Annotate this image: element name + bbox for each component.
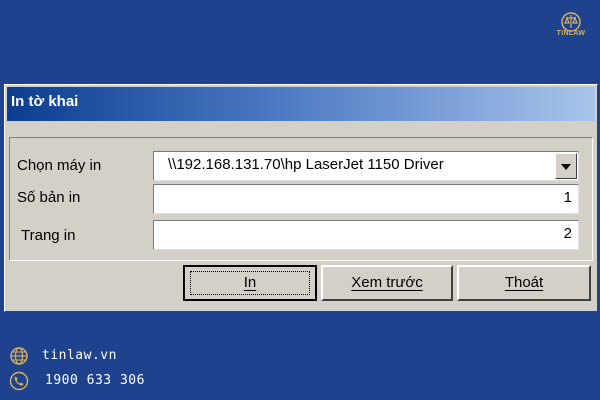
exit-button[interactable]: Thoát — [457, 265, 591, 301]
exit-button-label: Thoát — [504, 274, 544, 291]
phone-icon — [9, 371, 29, 391]
printer-select[interactable]: \\192.168.131.70\hp LaserJet 1150 Driver — [153, 151, 579, 181]
website-text[interactable]: tinlaw.vn — [42, 348, 117, 363]
page-label: Trang in — [21, 227, 76, 244]
chevron-down-icon[interactable] — [555, 153, 577, 179]
print-dialog: In tờ khai Chọn máy in \\192.168.131.70\… — [4, 84, 598, 312]
copies-label: Số bản in — [17, 189, 81, 206]
globe-icon — [10, 347, 28, 365]
phone-text[interactable]: 1900 633 306 — [45, 373, 145, 388]
copies-input[interactable]: 1 — [153, 184, 579, 214]
page-input[interactable]: 2 — [153, 220, 579, 250]
preview-button-label: Xem trước — [351, 274, 423, 291]
preview-button[interactable]: Xem trước — [321, 265, 453, 301]
printer-value: \\192.168.131.70\hp LaserJet 1150 Driver — [168, 156, 444, 173]
dialog-title: In tờ khai — [11, 93, 79, 110]
printer-label: Chọn máy in — [17, 157, 102, 174]
copies-value: 1 — [563, 189, 572, 206]
logo-text: TINLAW — [556, 30, 586, 37]
page-value: 2 — [563, 225, 572, 242]
print-button-label: In — [243, 274, 257, 291]
print-button[interactable]: In — [183, 265, 317, 301]
dialog-titlebar[interactable]: In tờ khai — [7, 87, 595, 121]
